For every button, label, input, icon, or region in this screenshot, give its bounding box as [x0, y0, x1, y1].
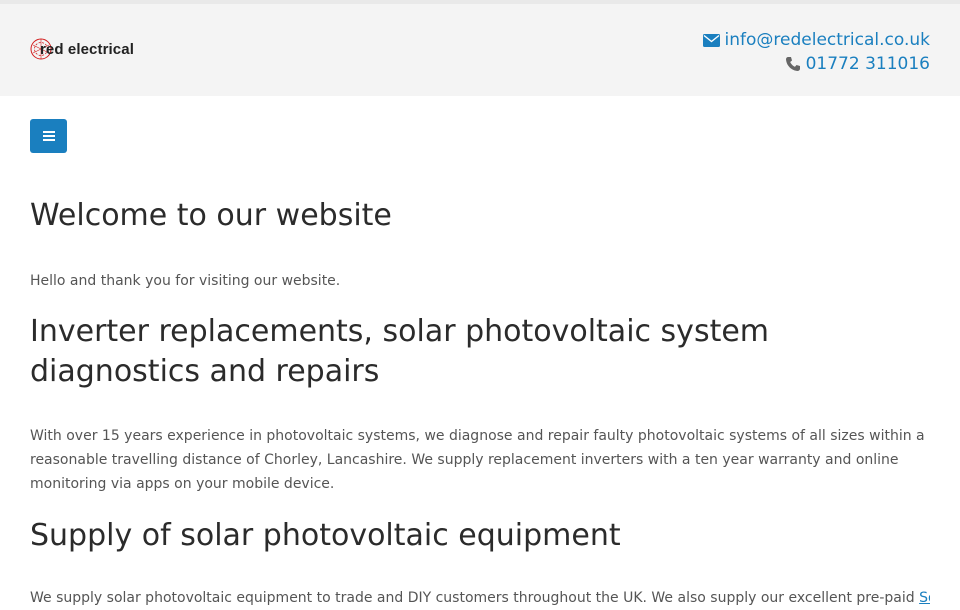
solis-link[interactable]: Solis 10: [919, 590, 930, 606]
section-supply-body: We supply solar photovoltaic equipment t…: [30, 586, 930, 610]
section-supply-title: Supply of solar photovoltaic equipment: [30, 518, 621, 553]
phone-row: 01772 311016: [703, 52, 930, 76]
page-title: Welcome to our website: [30, 198, 392, 233]
menu-toggle-button[interactable]: [30, 119, 67, 153]
email-row: info@redelectrical.co.uk: [702, 28, 930, 52]
logo-text: red electrical: [40, 40, 134, 58]
email-link[interactable]: info@redelectrical.co.uk: [725, 28, 930, 52]
envelope-icon: [702, 33, 720, 47]
contact-block: info@redelectrical.co.uk 01772 311016: [702, 28, 930, 76]
section-inverter-body: With over 15 years experience in photovo…: [30, 428, 925, 492]
site-header: red electrical info@redelectrical.co.uk …: [0, 4, 960, 96]
hamburger-icon: [42, 131, 55, 141]
section-inverter-title: Inverter replacements, solar photovoltai…: [30, 314, 770, 389]
phone-link[interactable]: 01772 311016: [806, 52, 930, 76]
phone-icon: [785, 56, 801, 72]
section-supply-text: We supply solar photovoltaic equipment t…: [30, 590, 920, 606]
site-logo[interactable]: red electrical: [30, 36, 150, 62]
intro-text: Hello and thank you for visiting our web…: [30, 273, 341, 289]
